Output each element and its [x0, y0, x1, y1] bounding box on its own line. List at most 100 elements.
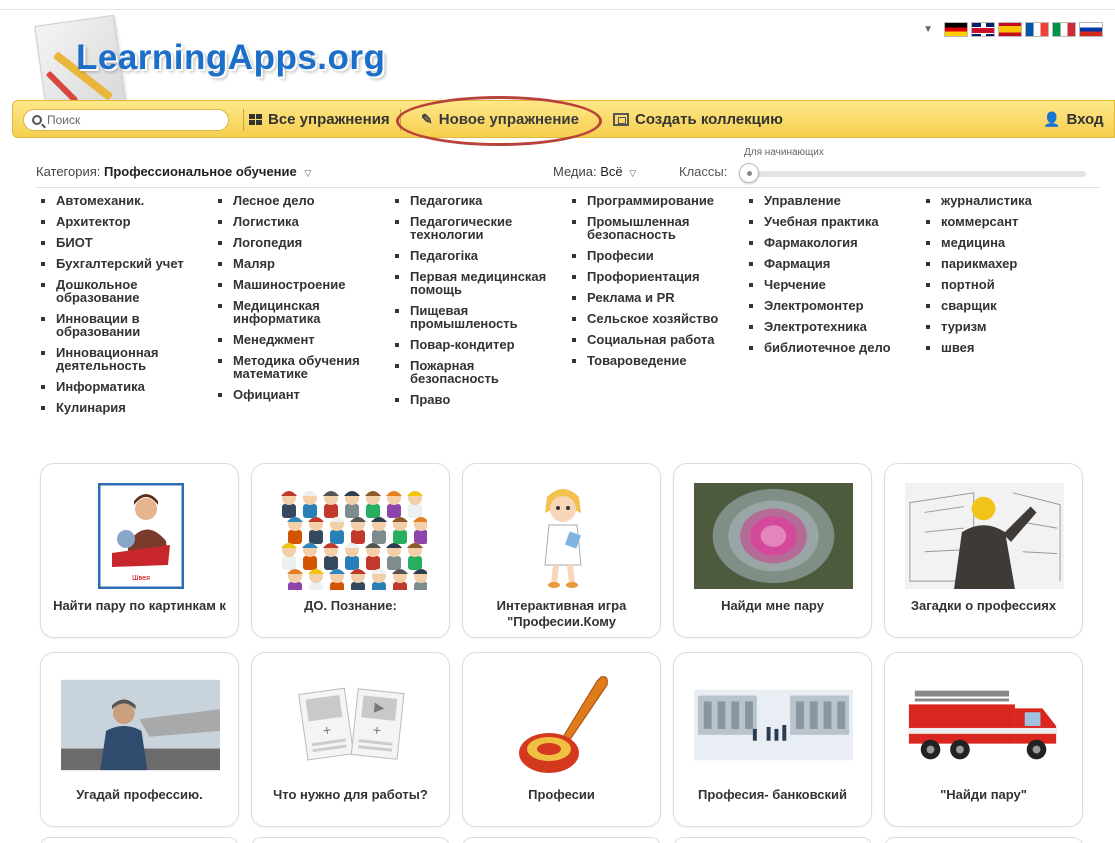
grid-icon: [249, 114, 262, 125]
ornamental-cabbage-photo-icon: [694, 482, 853, 590]
category-link[interactable]: Повар-кондитер: [390, 337, 565, 351]
category-link[interactable]: коммерсант: [921, 214, 1096, 228]
category-link[interactable]: портной: [921, 277, 1096, 291]
category-filter[interactable]: Категория: Профессиональное обучение ▽: [36, 164, 311, 179]
category-link[interactable]: Педагогіка: [390, 248, 565, 262]
exercise-card[interactable]: Интерактивная игра "Професии.Кому: [462, 463, 661, 638]
category-link[interactable]: Логопедия: [213, 235, 388, 249]
category-link[interactable]: Машиностроение: [213, 277, 388, 291]
classes-label: Классы:: [679, 164, 728, 179]
create-collection-label: Создать коллекцию: [635, 111, 783, 128]
create-collection-button[interactable]: Создать коллекцию: [613, 111, 783, 128]
category-link[interactable]: Пожарная безопасность: [390, 358, 565, 385]
category-link[interactable]: журналистика: [921, 193, 1096, 207]
pilot-photo-icon: [61, 671, 220, 779]
category-link[interactable]: Электротехника: [744, 319, 919, 333]
category-column: Автомеханик. Архитектор БИОТ Бухгалтерский …: [36, 193, 211, 421]
category-link[interactable]: Медицинская информатика: [213, 298, 388, 325]
category-link[interactable]: Промышленная безопасность: [567, 214, 742, 241]
flag-fr-icon[interactable]: [1025, 22, 1049, 37]
search-input[interactable]: [47, 113, 207, 127]
category-link[interactable]: Маляр: [213, 256, 388, 270]
category-link[interactable]: сварщик: [921, 298, 1096, 312]
exercise-card[interactable]: Загадки о профессиях: [884, 463, 1083, 638]
language-dropdown-icon[interactable]: ▼: [923, 24, 933, 35]
category-link[interactable]: Пищевая промышленость: [390, 303, 565, 330]
category-link[interactable]: Педагогика: [390, 193, 565, 207]
category-link[interactable]: Архитектор: [36, 214, 211, 228]
category-link[interactable]: Инновации в образовании: [36, 311, 211, 338]
category-link[interactable]: Черчение: [744, 277, 919, 291]
category-link[interactable]: Официант: [213, 387, 388, 401]
exercise-card-partial[interactable]: [673, 837, 872, 843]
new-exercise-label: Новое упражнение: [438, 111, 579, 128]
all-exercises-button[interactable]: Все упражнения: [249, 111, 390, 128]
category-link[interactable]: Программирование: [567, 193, 742, 207]
category-value: Профессиональное обучение: [104, 164, 297, 179]
new-exercise-button[interactable]: ✎ Новое упражнение: [421, 111, 579, 128]
category-link[interactable]: Професии: [567, 248, 742, 262]
category-link[interactable]: Электромонтер: [744, 298, 919, 312]
flag-es-icon[interactable]: [998, 22, 1022, 37]
login-label: Вход: [1066, 111, 1104, 128]
category-link[interactable]: Фармакология: [744, 235, 919, 249]
logo[interactable]: LearningApps.org: [30, 14, 390, 114]
exercise-card-partial[interactable]: [251, 837, 450, 843]
category-link[interactable]: Право: [390, 392, 565, 406]
category-link[interactable]: Профориентация: [567, 269, 742, 283]
flag-it-icon[interactable]: [1052, 22, 1076, 37]
main-toolbar: Все упражнения ✎ Новое упражнение Создат…: [12, 100, 1115, 138]
category-link[interactable]: Логистика: [213, 214, 388, 228]
category-link[interactable]: БИОТ: [36, 235, 211, 249]
category-link[interactable]: Информатика: [36, 379, 211, 393]
flag-ru-icon[interactable]: [1079, 22, 1103, 37]
category-link[interactable]: медицина: [921, 235, 1096, 249]
category-link[interactable]: Автомеханик.: [36, 193, 211, 207]
category-link[interactable]: Реклама и PR: [567, 290, 742, 304]
category-link[interactable]: Товароведение: [567, 353, 742, 367]
category-link[interactable]: Учебная практика: [744, 214, 919, 228]
fire-truck-icon: [905, 671, 1064, 779]
exercise-card[interactable]: Професия- банковский: [673, 652, 872, 827]
category-link[interactable]: Управление: [744, 193, 919, 207]
exercise-card[interactable]: "Найди пару": [884, 652, 1083, 827]
category-link[interactable]: Инновационная деятельность: [36, 345, 211, 372]
exercise-card-partial[interactable]: [40, 837, 239, 843]
category-link[interactable]: Социальная работа: [567, 332, 742, 346]
exercise-card-partial[interactable]: [884, 837, 1083, 843]
exercise-card-partial[interactable]: [462, 837, 661, 843]
media-label: Медиа:: [553, 164, 597, 179]
flag-de-icon[interactable]: [944, 22, 968, 37]
flag-en-icon[interactable]: [971, 22, 995, 37]
classes-slider[interactable]: [744, 171, 1086, 177]
exercise-card[interactable]: Найди мне пару: [673, 463, 872, 638]
category-link[interactable]: Методика обучения математике: [213, 353, 388, 380]
category-link[interactable]: Первая медицинская помощь: [390, 269, 565, 296]
category-link[interactable]: Фармация: [744, 256, 919, 270]
category-link[interactable]: Менеджмент: [213, 332, 388, 346]
exercise-card[interactable]: + + Что нужно для работы?: [251, 652, 450, 827]
exercise-card[interactable]: Професии: [462, 652, 661, 827]
media-placeholder-icon: + +: [272, 671, 431, 779]
category-link[interactable]: Лесное дело: [213, 193, 388, 207]
card-title: Загадки о профессиях: [910, 598, 1057, 613]
slider-label: Для начинающих: [744, 147, 824, 158]
media-filter[interactable]: Медиа: Всё ▽: [553, 164, 636, 179]
language-selector: ▼: [923, 22, 1103, 37]
category-link[interactable]: Педагогические технологии: [390, 214, 565, 241]
exercise-card[interactable]: Угадай профессию.: [40, 652, 239, 827]
category-link[interactable]: библиотечное дело: [744, 340, 919, 354]
category-link[interactable]: Дошкольное образование: [36, 277, 211, 304]
category-link[interactable]: Кулинария: [36, 400, 211, 414]
category-link[interactable]: парикмахер: [921, 256, 1096, 270]
top-border: [0, 0, 1115, 10]
slider-handle[interactable]: [739, 163, 759, 183]
category-link[interactable]: швея: [921, 340, 1096, 354]
category-link[interactable]: туризм: [921, 319, 1096, 333]
category-link[interactable]: Бухгалтерский учет: [36, 256, 211, 270]
category-link[interactable]: Сельское хозяйство: [567, 311, 742, 325]
exercise-card[interactable]: ДО. Познание:: [251, 463, 450, 638]
exercise-card[interactable]: Швея Найти пару по картинкам к: [40, 463, 239, 638]
card-title: Интерактивная игра "Професии.Кому: [496, 598, 627, 629]
login-button[interactable]: 👤 Вход: [1043, 111, 1104, 128]
